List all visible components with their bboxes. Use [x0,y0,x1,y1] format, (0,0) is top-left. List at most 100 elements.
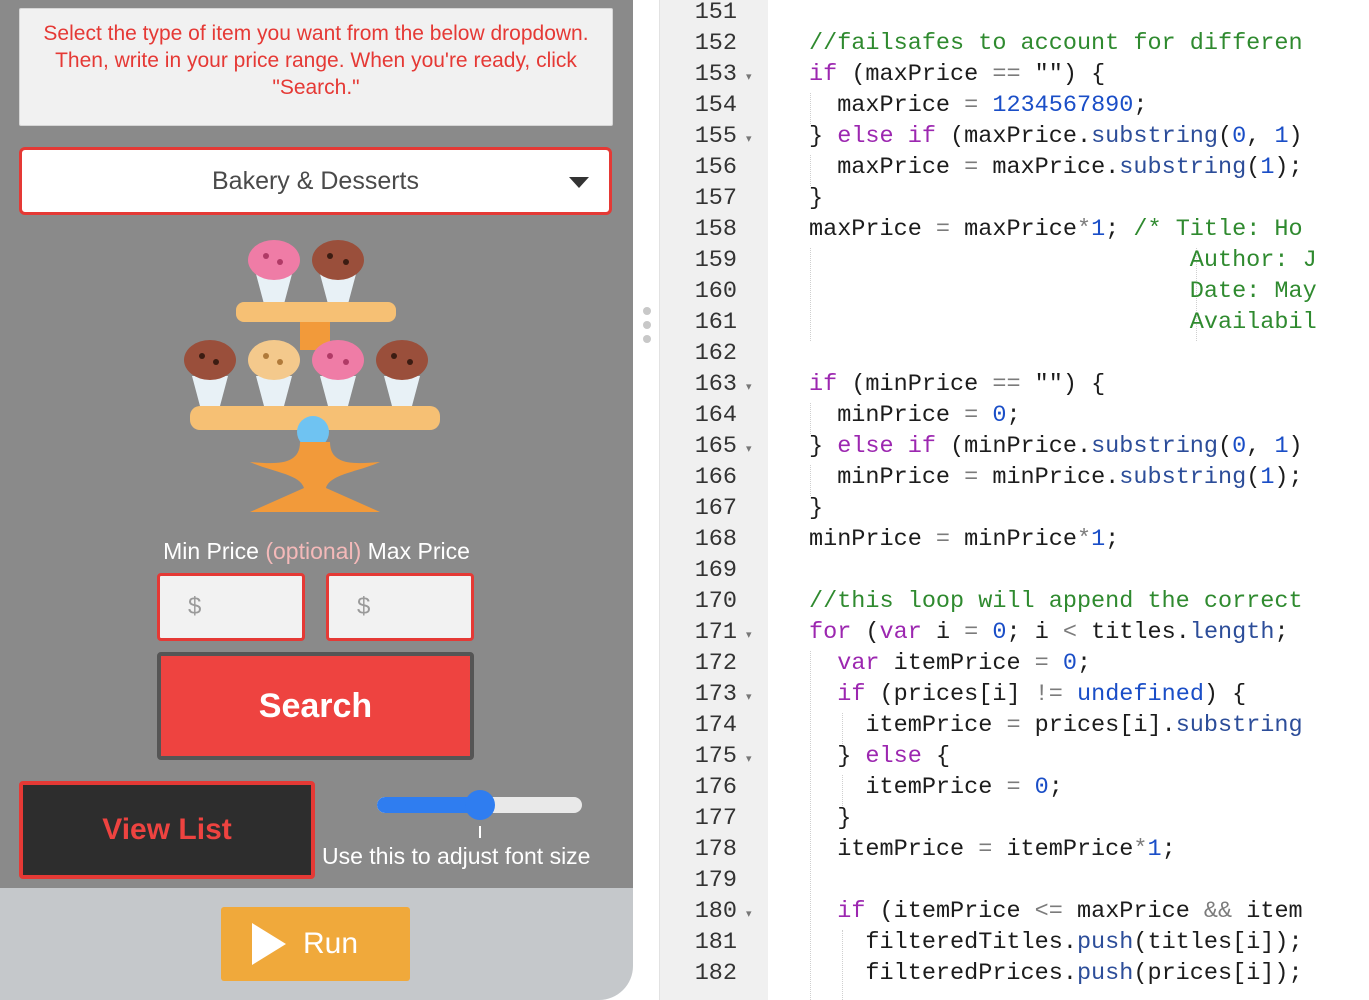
code-token: else if [837,123,936,150]
line-number: 163 [694,371,737,398]
code-line: minPrice = minPrice.substring(1); [809,462,1302,493]
search-button[interactable]: Search [157,652,474,760]
code-token: 1 [1260,154,1275,181]
line-number: 169 [694,557,737,584]
code-token: /* Title: Ho [1133,216,1303,243]
font-size-slider-thumb[interactable] [464,790,495,820]
code-line: for (var i = 0; i < titles.length; [809,617,1289,648]
code-token: } [809,743,866,770]
category-dropdown[interactable]: Bakery & Desserts [19,147,612,215]
code-line: maxPrice = 1234567890; [809,90,1148,121]
code-token: && [1203,898,1233,925]
code-token: ; i [1006,619,1063,646]
code-token: (prices[i] [865,681,1035,708]
line-number: 153 [694,61,737,88]
code-token: = [964,402,979,429]
line-number: 172 [694,650,737,677]
code-token: ; [1006,402,1021,429]
optional-label: (optional) [265,538,362,564]
code-token: } [809,123,838,150]
code-token: != [1034,681,1063,708]
cupcake-bottom-3 [312,340,364,406]
slider-tick-mark [479,826,481,838]
code-token: ; [1105,216,1134,243]
panel-splitter[interactable] [633,0,660,1000]
code-token: maxPrice [1062,898,1204,925]
line-number: 176 [694,774,737,801]
code-token: Author: J [809,247,1317,274]
code-line: } else if (maxPrice.substring(0, 1) [809,121,1303,152]
cupcake-bottom-1 [184,340,236,406]
code-token: push [1076,960,1134,987]
code-token: ); [1274,154,1303,181]
line-number: 157 [694,185,737,212]
max-price-label: Max Price [367,538,470,564]
fold-toggle-icon[interactable]: ▾ [746,628,752,641]
code-token: ( [1246,154,1261,181]
code-token: } [809,433,838,460]
line-number: 154 [694,92,737,119]
code-token: = [1034,650,1049,677]
code-token: if [809,61,838,88]
fold-toggle-icon[interactable]: ▾ [746,132,752,145]
code-token: 1 [1147,836,1162,863]
code-token: (maxPrice. [935,123,1092,150]
code-token: = [978,836,993,863]
code-token: substring [1119,464,1247,491]
fold-toggle-icon[interactable]: ▾ [746,907,752,920]
code-token: = [935,526,951,553]
fold-toggle-icon[interactable]: ▾ [746,752,752,765]
play-icon [252,923,286,965]
code-line: filteredPrices.push(prices[i]); [809,958,1303,989]
code-token: ( [851,619,880,646]
fold-toggle-icon[interactable]: ▾ [746,690,752,703]
code-token: ( [1246,464,1261,491]
code-token: = [1006,712,1021,739]
run-label: Run [303,927,359,960]
code-token: if [809,371,838,398]
code-token: //failsafes to account for differen [809,30,1303,57]
app-preview-panel: Select the type of item you want from th… [0,0,633,1000]
cupcake-bottom-4 [376,340,428,406]
code-token: var [879,619,922,646]
fold-toggle-icon[interactable]: ▾ [746,380,752,393]
code-token: ; [1133,92,1148,119]
code-line: if (prices[i] != undefined) { [809,679,1246,710]
max-price-input[interactable]: $ [326,573,474,641]
code-line: } [809,183,823,214]
min-price-input[interactable]: $ [157,573,305,641]
font-slider-caption: Use this to adjust font size [322,843,591,869]
code-token: (prices[i]); [1133,960,1303,987]
run-button[interactable]: Run [221,907,410,981]
code-line: var itemPrice = 0; [809,648,1091,679]
code-token: undefined [1077,681,1204,708]
line-number: 162 [694,340,737,367]
code-token: } [809,805,852,832]
view-list-button[interactable]: View List [19,781,315,879]
drag-handle-icon[interactable] [643,307,651,347]
code-token: 1 [1260,464,1275,491]
fold-toggle-icon[interactable]: ▾ [746,442,752,455]
code-line: minPrice = 0; [809,400,1021,431]
chevron-down-icon [569,177,589,188]
code-token: var [837,650,880,677]
code-line: if (maxPrice == "") { [809,59,1105,90]
code-token: Availabil [809,309,1317,336]
code-token: (maxPrice [837,61,993,88]
code-token: ) [1288,433,1303,460]
line-number: 171 [694,619,737,646]
code-token: 1234567890 [992,92,1134,119]
code-token: "") { [1020,371,1106,398]
code-editor[interactable]: //failsafes to account for differen if (m… [768,0,1369,1000]
cupcake-bottom-2 [248,340,300,406]
line-number: 155 [694,123,737,150]
code-token: substring [1091,123,1218,150]
code-token: item [1232,898,1303,925]
code-line: } [809,493,823,524]
line-number: 159 [694,247,737,274]
code-line: //failsafes to account for differen [809,28,1303,59]
code-token: titles. [1077,619,1190,646]
line-number: 151 [694,0,737,26]
code-token: = [1006,774,1021,801]
fold-toggle-icon[interactable]: ▾ [746,70,752,83]
